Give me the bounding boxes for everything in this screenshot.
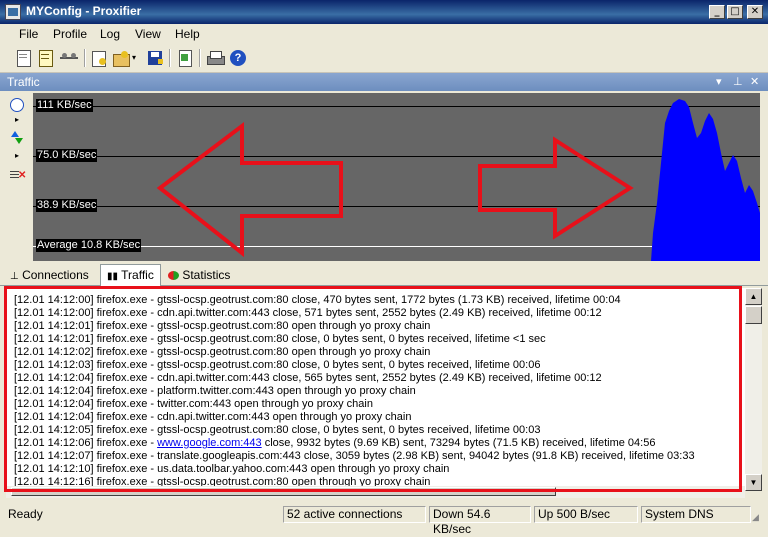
maximize-button[interactable]: □ bbox=[727, 5, 743, 19]
hscroll-thumb[interactable] bbox=[11, 487, 556, 496]
log-line: [12.01 14:12:04] firefox.exe - platform.… bbox=[14, 385, 416, 397]
profile-edit-icon[interactable] bbox=[37, 49, 55, 67]
status-upload-rate: Up 500 B/sec bbox=[534, 506, 638, 523]
log-line: [12.01 14:12:02] firefox.exe - gtssl-ocs… bbox=[14, 346, 431, 358]
log-line: [12.01 14:12:04] firefox.exe - cdn.api.t… bbox=[14, 411, 412, 423]
network-settings-icon[interactable] bbox=[59, 49, 79, 67]
tab-statistics[interactable]: Statistics bbox=[162, 266, 236, 284]
toolbar-separator bbox=[199, 49, 201, 67]
log-line: [12.01 14:12:03] firefox.exe - gtssl-ocs… bbox=[14, 359, 541, 371]
tab-connections-label: Connections bbox=[22, 268, 89, 282]
help-icon[interactable]: ? bbox=[229, 49, 247, 67]
log-line: [12.01 14:12:00] firefox.exe - gtssl-ocs… bbox=[14, 294, 621, 306]
menu-bar: File Profile Log View Help bbox=[0, 24, 768, 44]
tab-traffic[interactable]: ▮▮ Traffic bbox=[100, 264, 161, 286]
toolbar: ▾ ? bbox=[0, 44, 768, 73]
menu-profile[interactable]: Profile bbox=[53, 27, 87, 41]
toolbar-separator bbox=[169, 49, 171, 67]
toolbar-separator bbox=[84, 49, 86, 67]
traffic-graph: 111 KB/sec 75.0 KB/sec 38.9 KB/sec Avera… bbox=[33, 93, 760, 261]
proxy-add-icon[interactable] bbox=[90, 49, 108, 67]
scroll-thumb[interactable] bbox=[745, 306, 762, 324]
title-bar: MYConfig - Proxifier _ □ ✕ bbox=[0, 0, 768, 24]
traffic-graph-canvas bbox=[156, 99, 760, 261]
menu-file[interactable]: File bbox=[19, 27, 38, 41]
log-line: [12.01 14:12:01] firefox.exe - gtssl-ocs… bbox=[14, 333, 546, 345]
statistics-pie-icon bbox=[168, 271, 179, 280]
status-bar: Ready 52 active connections Down 54.6 KB… bbox=[0, 503, 768, 536]
menu-log[interactable]: Log bbox=[100, 27, 120, 41]
status-ready: Ready bbox=[8, 507, 43, 521]
save-icon[interactable] bbox=[146, 49, 164, 67]
tab-bar: ⊥ Connections ▮▮ Traffic Statistics bbox=[0, 263, 768, 286]
clock-icon[interactable] bbox=[10, 98, 24, 112]
tab-connections[interactable]: ⊥ Connections bbox=[4, 266, 95, 284]
log-line: [12.01 14:12:00] firefox.exe - cdn.api.t… bbox=[14, 307, 602, 319]
profile-new-icon[interactable] bbox=[15, 49, 33, 67]
chevron-right-icon[interactable]: ▸ bbox=[15, 115, 19, 124]
log-vertical-scrollbar[interactable]: ▲ ▼ bbox=[745, 288, 762, 491]
app-icon bbox=[5, 4, 21, 20]
window-title: MYConfig - Proxifier bbox=[26, 4, 142, 18]
annotation-right-arrow bbox=[478, 136, 634, 240]
clear-graph-icon[interactable]: ✕ bbox=[10, 169, 26, 181]
log-line: [12.01 14:12:05] firefox.exe - gtssl-ocs… bbox=[14, 424, 541, 436]
print-icon[interactable] bbox=[206, 49, 225, 67]
log-line: [12.01 14:12:10] firefox.exe - us.data.t… bbox=[14, 463, 450, 475]
status-active-connections: 52 active connections bbox=[283, 506, 426, 523]
log-line: [12.01 14:12:06] firefox.exe - www.googl… bbox=[14, 437, 655, 450]
log-line: [12.01 14:12:04] firefox.exe - cdn.api.t… bbox=[14, 372, 602, 384]
rules-icon[interactable] bbox=[112, 49, 130, 67]
minimize-button[interactable]: _ bbox=[709, 5, 725, 19]
panel-menu-icon[interactable]: ▾ bbox=[716, 75, 722, 88]
traffic-panel-header: Traffic ▾ ⊥ ✕ bbox=[0, 73, 768, 91]
close-button[interactable]: ✕ bbox=[747, 5, 763, 19]
panel-pin-icon[interactable]: ⊥ bbox=[733, 75, 743, 88]
tab-traffic-label: Traffic bbox=[121, 268, 154, 282]
log-line: [12.01 14:12:01] firefox.exe - gtssl-ocs… bbox=[14, 320, 431, 332]
log-line: [12.01 14:12:04] firefox.exe - twitter.c… bbox=[14, 398, 373, 410]
traffic-chart-icon: ▮▮ bbox=[107, 271, 119, 282]
up-down-arrows-icon[interactable] bbox=[11, 131, 23, 145]
graph-tools: ▸ ▸ ✕ bbox=[4, 93, 30, 261]
chevron-right-icon[interactable]: ▸ bbox=[15, 151, 19, 160]
scroll-down-button[interactable]: ▼ bbox=[745, 474, 762, 491]
panel-close-icon[interactable]: ✕ bbox=[750, 75, 759, 88]
rules-dropdown-icon[interactable]: ▾ bbox=[132, 49, 142, 67]
connection-log[interactable]: [12.01 14:12:00] firefox.exe - gtssl-ocs… bbox=[6, 288, 749, 488]
proxy-check-icon[interactable] bbox=[176, 49, 194, 67]
menu-view[interactable]: View bbox=[135, 27, 161, 41]
scroll-up-button[interactable]: ▲ bbox=[745, 288, 762, 305]
resize-grip-icon[interactable]: ◢ bbox=[752, 511, 764, 523]
log-line-suffix: close, 9932 bytes (9.69 KB) sent, 73294 … bbox=[261, 437, 656, 449]
panel-title: Traffic bbox=[7, 75, 40, 89]
status-dns: System DNS bbox=[641, 506, 751, 523]
log-line: [12.01 14:12:07] firefox.exe - translate… bbox=[14, 450, 695, 462]
annotation-left-arrow bbox=[156, 121, 343, 258]
menu-help[interactable]: Help bbox=[175, 27, 200, 41]
log-link[interactable]: www.google.com:443 bbox=[157, 437, 262, 449]
log-line-prefix: [12.01 14:12:06] firefox.exe - bbox=[14, 437, 158, 449]
log-horizontal-scrollbar[interactable] bbox=[6, 486, 745, 498]
tab-statistics-label: Statistics bbox=[182, 268, 231, 282]
status-download-rate: Down 54.6 KB/sec bbox=[429, 506, 531, 536]
traffic-area bbox=[651, 99, 760, 261]
connections-icon: ⊥ bbox=[10, 271, 19, 282]
